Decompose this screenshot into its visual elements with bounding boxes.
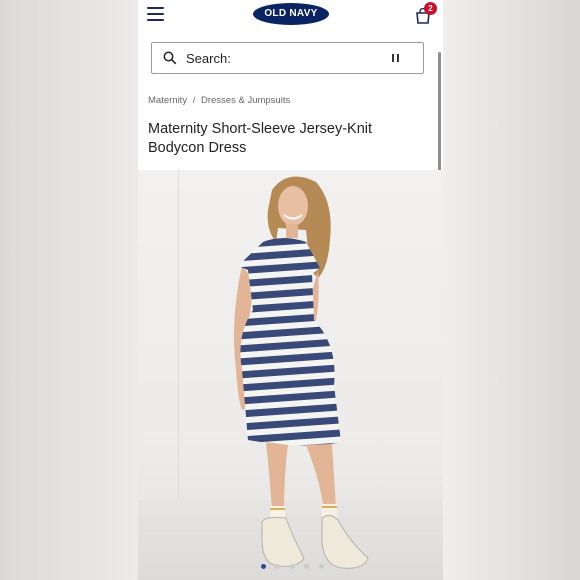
breadcrumb-dresses-jumpsuits[interactable]: Dresses & Jumpsuits <box>201 95 290 106</box>
pause-icon[interactable] <box>392 54 400 64</box>
product-image[interactable] <box>138 170 443 580</box>
background-right <box>443 0 580 580</box>
search-bar[interactable]: Search: <box>151 42 424 74</box>
carousel-dot[interactable] <box>318 564 324 569</box>
menu-icon[interactable] <box>147 7 164 21</box>
breadcrumb-maternity[interactable]: Maternity <box>148 95 187 106</box>
carousel-dot[interactable] <box>261 564 266 569</box>
carousel-dots <box>261 556 329 569</box>
product-title: Maternity Short-Sleeve Jersey-Knit Bodyc… <box>148 121 373 156</box>
background-left <box>0 0 138 580</box>
top-bar: OLD NAVY 2 <box>138 0 443 30</box>
bag-count-badge: 2 <box>424 2 437 15</box>
breadcrumb: Maternity / Dresses & Jumpsuits <box>148 95 290 106</box>
search-label: Search: <box>186 51 231 66</box>
search-icon <box>163 51 177 65</box>
model-wearing-striped-dress <box>234 176 369 569</box>
carousel-dot[interactable] <box>289 564 295 569</box>
mobile-page: OLD NAVY 2 Search: Maternity / Dresses &… <box>138 0 443 580</box>
breadcrumb-separator: / <box>192 95 196 106</box>
old-navy-logo[interactable]: OLD NAVY <box>253 3 329 25</box>
